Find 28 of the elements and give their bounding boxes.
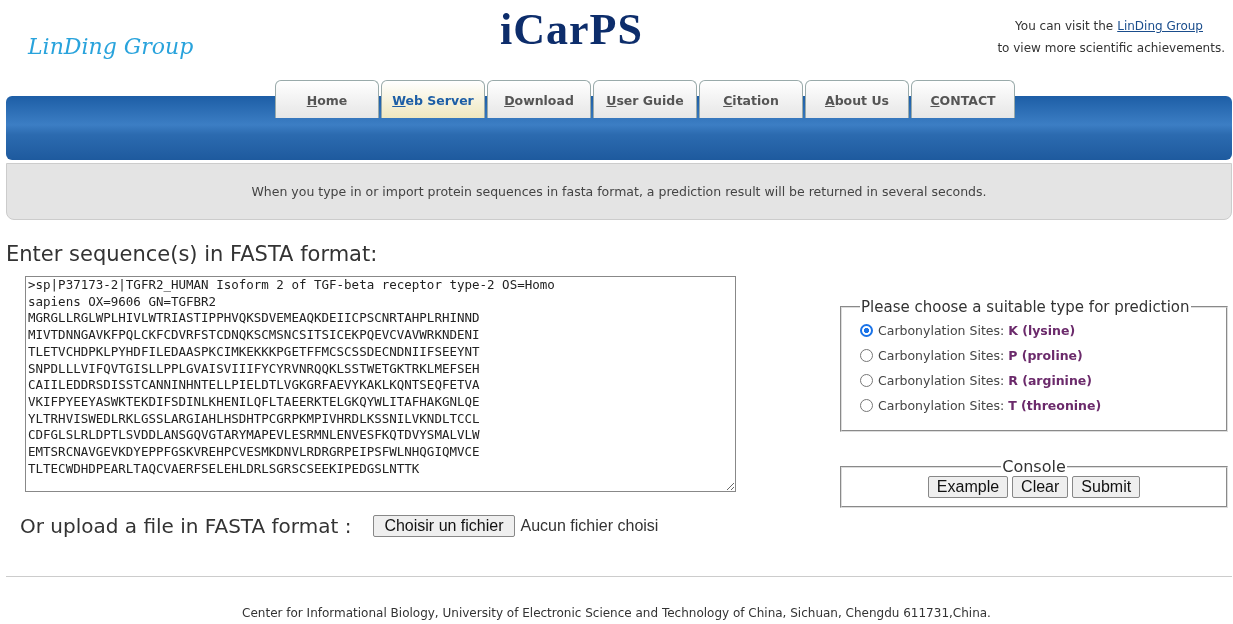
choose-file-button[interactable]: Choisir un fichier bbox=[373, 515, 515, 537]
notice-text: When you type in or import protein sequences in fasta format, a prediction result will be returned in several seconds. bbox=[6, 163, 1232, 220]
nav-tab[interactable]: About Us bbox=[805, 80, 909, 118]
panel-legend: Please choose a suitable type for prediction bbox=[860, 298, 1191, 316]
logo: LinDing Group bbox=[28, 34, 195, 59]
nav-tab[interactable]: Home bbox=[275, 80, 379, 118]
console-button[interactable]: Submit bbox=[1072, 476, 1141, 498]
console-button[interactable]: Example bbox=[927, 476, 1009, 498]
console-button[interactable]: Clear bbox=[1012, 476, 1069, 498]
nav-tab[interactable]: Citation bbox=[699, 80, 803, 118]
option-label[interactable]: Carbonylation Sites: T (threonine) bbox=[878, 398, 1102, 413]
visit-text: to view more scientific achievements. bbox=[997, 40, 1225, 57]
nav-tab[interactable]: Download bbox=[487, 80, 591, 118]
nav-tab[interactable]: CONTACT bbox=[911, 80, 1015, 118]
footer-text: Center for Informational Biology, University of Electronic Science and Technology of China, Sichuan, Chengdu 611731,China. bbox=[241, 606, 992, 620]
option-label[interactable]: Carbonylation Sites: K (lysine) bbox=[878, 323, 1076, 338]
option-label[interactable]: Carbonylation Sites: P (proline) bbox=[878, 348, 1083, 363]
nav-tab[interactable]: Web Server bbox=[381, 80, 485, 118]
site-title: iCarPS bbox=[500, 4, 643, 55]
visit-text: You can visit the bbox=[1015, 18, 1114, 35]
sequence-field[interactable]: >sp|P37173-2|TGFR2_HUMAN Isoform 2 of TGF-beta receptor type-2 OS=Homo sapiens OX=9606 GN=TGFBR2 MGRGLLRGLWPLHIVLWTRIASTIPPHVQKSDVEMEAQKDEIICPSCNRTAHPLRHINND MIVTDNNGAVKFPQLCKFCDVRFSTCDNQKSCMSNCSITSICEKPQEVCVAVWRKNDENI TLETVCHDPKLPYHDFILEDAASPKCIMKEKKKPGETFFMCSCSSDECNDNIIFSEEYNT SNPDLLLVIFQVTGISLLPPLGVAISVIIIFYCYRVNRQQKLSSTWETGKTRKLMEFSEH CAIILEDDRSDISSTCANNINHNTELLPIELDTLVGKGRFAEVYKAKLKQNTSEQFETVA VKIFPYEEYASWKTEKDIFSDINLKHENILQFLTAEERKTELGKQYWLITAFHAKGNLQE YLTRHVISWEDLRKLGSSLARGIAHLHSDHTPCGRPKMPIVHRDLKSSNILVKNDLTCCL CDFGLSLRLDPTLSVDDLANSGQVGTARYMAPEVLESRMNLENVESFKQTDVYSMALVLW EMTSRCNAVGEVKDYEPPFGSKVREHPCVESMKDNVLRDRGRPEIPSFWLNHQGIQMVCE TLTECWDHDPEARLTAQCVAERFSELEHLDRLSGRSCSEEKIPEDGSLNTTK bbox=[25, 276, 736, 492]
panel-legend: Console bbox=[1001, 457, 1067, 476]
group-link[interactable]: LinDing Group bbox=[1117, 15, 1203, 37]
nav-tab[interactable]: User Guide bbox=[593, 80, 697, 118]
file-status: Aucun fichier choisi bbox=[520, 517, 659, 535]
sequence-heading: Enter sequence(s) in FASTA format: bbox=[6, 242, 379, 266]
upload-label: Or upload a file in FASTA format : bbox=[20, 514, 352, 538]
option-label[interactable]: Carbonylation Sites: R (arginine) bbox=[878, 373, 1092, 388]
